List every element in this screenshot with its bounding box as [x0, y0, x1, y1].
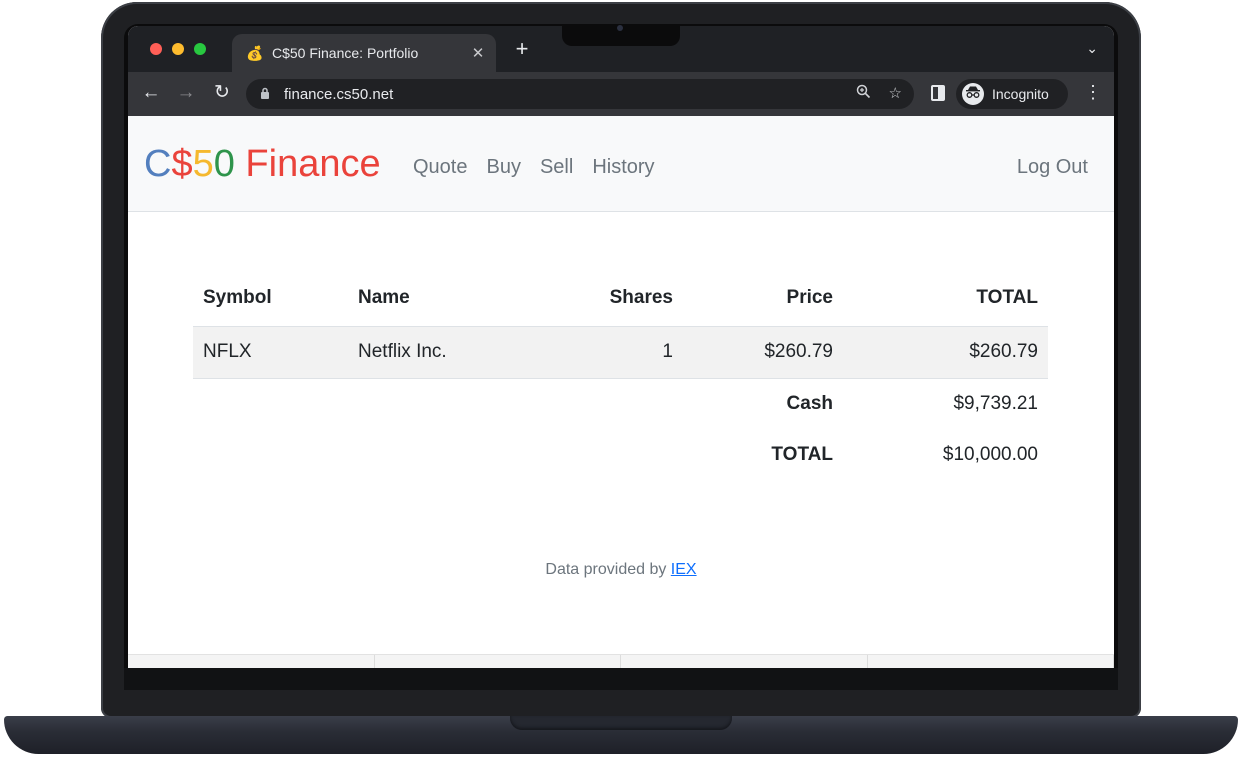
nav-links: Quote Buy Sell History [413, 156, 655, 179]
grand-total-value: $10,000.00 [942, 443, 1038, 465]
profile-label: Incognito [992, 86, 1049, 102]
nav-link-buy[interactable]: Buy [486, 156, 520, 179]
header-price: Price [683, 271, 843, 327]
minimize-window-button[interactable] [172, 43, 184, 55]
brand-letter: C [144, 143, 172, 185]
bottom-bezel [124, 668, 1118, 690]
brand-letter: $ [171, 143, 193, 185]
forward-arrow-icon[interactable]: → [175, 82, 197, 104]
new-tab-button[interactable]: + [512, 38, 532, 60]
nav-link-sell[interactable]: Sell [540, 156, 573, 179]
cash-label: Cash [786, 392, 833, 414]
header-shares: Shares [563, 271, 683, 327]
zoom-icon[interactable] [856, 84, 871, 103]
incognito-icon [962, 83, 984, 105]
brand-word: Finance [234, 143, 381, 185]
web-page: C$50 Finance Quote Buy Sell History Log … [128, 116, 1114, 666]
chevron-down-icon[interactable]: ⌄ [1086, 40, 1098, 57]
logout-link[interactable]: Log Out [1017, 156, 1088, 179]
camera-icon [617, 25, 623, 31]
brand-letter: 0 [213, 143, 235, 185]
page-footer: Data provided by IEX [128, 561, 1114, 579]
cell-symbol: NFLX [203, 341, 252, 362]
cell-shares: 1 [662, 341, 673, 362]
grand-total-row: TOTAL $10,000.00 [193, 429, 1048, 480]
cash-row: Cash $9,739.21 [193, 378, 1048, 429]
screen-bottom-edge [128, 654, 1114, 668]
header-total: TOTAL [843, 271, 1048, 327]
footer-text: Data provided by [545, 561, 671, 578]
maximize-window-button[interactable] [194, 43, 206, 55]
nav-link-history[interactable]: History [592, 156, 654, 179]
star-icon[interactable]: ☆ [889, 84, 902, 103]
grand-total-label: TOTAL [771, 443, 833, 465]
money-bag-icon: 💰 [246, 44, 264, 61]
browser-toolbar: ← → ↻ finance.cs50.net ☆ Incognito ⋮ [128, 72, 1114, 116]
tab-portfolio[interactable]: 💰 C$50 Finance: Portfolio ✕ [232, 34, 496, 72]
kebab-menu-icon[interactable]: ⋮ [1084, 82, 1102, 103]
lock-icon[interactable] [260, 87, 276, 102]
browser-window: 💰 C$50 Finance: Portfolio ✕ + ⌄ ← → ↻ fi… [128, 26, 1114, 666]
cell-total: $260.79 [969, 341, 1038, 362]
table-header-row: Symbol Name Shares Price TOTAL [193, 271, 1048, 327]
side-panel-icon[interactable] [931, 85, 945, 101]
incognito-profile-button[interactable]: Incognito [956, 79, 1068, 109]
portfolio-table: Symbol Name Shares Price TOTAL NFLX Netf… [193, 271, 1048, 480]
tab-title: C$50 Finance: Portfolio [272, 45, 419, 61]
iex-link[interactable]: IEX [671, 561, 697, 578]
cell-name: Netflix Inc. [358, 341, 447, 362]
site-navbar: C$50 Finance Quote Buy Sell History Log … [128, 116, 1114, 212]
reload-icon[interactable]: ↻ [211, 82, 233, 104]
brand-letter: 5 [192, 143, 214, 185]
url-text: finance.cs50.net [284, 85, 394, 103]
cell-price: $260.79 [764, 341, 833, 362]
header-name: Name [348, 271, 563, 327]
cash-value: $9,739.21 [953, 392, 1038, 414]
nav-link-quote[interactable]: Quote [413, 156, 467, 179]
close-window-button[interactable] [150, 43, 162, 55]
laptop-notch-cut [510, 716, 732, 730]
close-icon[interactable]: ✕ [470, 44, 486, 62]
brand-logo[interactable]: C$50 Finance [144, 142, 381, 186]
back-arrow-icon[interactable]: ← [140, 82, 162, 104]
header-symbol: Symbol [193, 271, 348, 327]
address-bar[interactable]: finance.cs50.net ☆ [246, 79, 914, 109]
table-row: NFLX Netflix Inc. 1 $260.79 $260.79 [193, 326, 1048, 378]
